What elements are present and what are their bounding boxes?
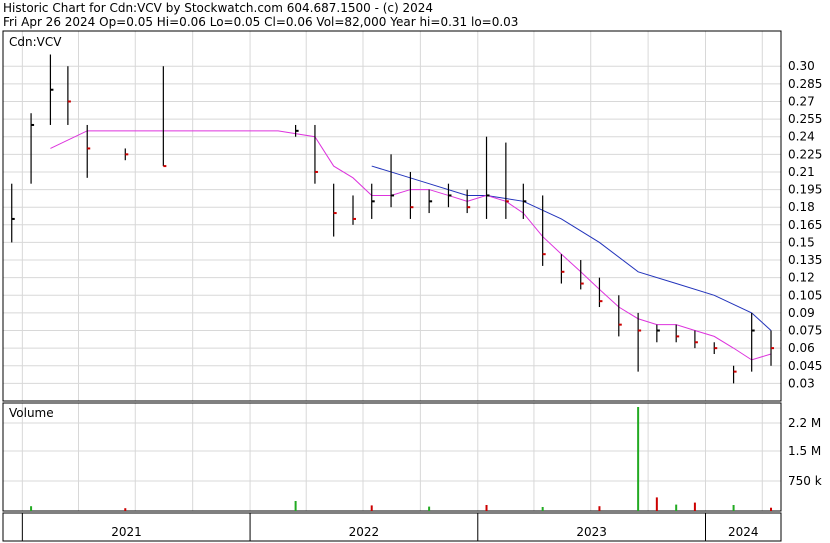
symbol-label: Cdn:VCV	[9, 35, 62, 49]
price-tick-label: 0.18	[788, 200, 815, 214]
price-tick-label: 0.165	[788, 218, 822, 232]
price-panel-outline	[2, 30, 782, 402]
price-tick-label: 0.135	[788, 253, 822, 267]
price-grid	[3, 31, 781, 401]
stock-chart: 0.30 0.285 0.27 0.255 0.24 0.225 0.21 0.195 0.18…	[2, 30, 822, 542]
year-tick-label: 2024	[728, 525, 759, 539]
volume-axis: 2.2 M 1.5 M 750 k	[788, 416, 822, 488]
year-tick-label: 2023	[576, 525, 607, 539]
volume-panel-frame	[2, 402, 782, 512]
year-tick-label: 2021	[111, 525, 142, 539]
volume-tick-label: 2.2 M	[788, 416, 821, 430]
price-tick-label: 0.285	[788, 77, 822, 91]
volume-grid	[3, 403, 781, 511]
price-tick-label: 0.045	[788, 359, 822, 373]
volume-tick-label: 1.5 M	[788, 444, 821, 458]
price-tick-label: 0.195	[788, 183, 822, 197]
price-tick-label: 0.105	[788, 288, 822, 302]
ma-short-polyline	[50, 130, 772, 361]
price-tick-label: 0.27	[788, 94, 815, 108]
ma-short-line	[50, 130, 772, 361]
price-tick-label: 0.30	[788, 59, 815, 73]
price-tick-label: 0.24	[788, 130, 815, 144]
date-axis: 2021 2022 2023 2024	[21, 513, 759, 541]
price-tick-label: 0.15	[788, 235, 815, 249]
price-tick-label: 0.06	[788, 341, 815, 355]
year-tick-label: 2022	[349, 525, 380, 539]
price-panel-frame	[2, 30, 782, 402]
price-tick-label: 0.21	[788, 165, 815, 179]
price-tick-label: 0.03	[788, 376, 815, 390]
price-tick-label: 0.09	[788, 306, 815, 320]
price-tick-label: 0.225	[788, 147, 822, 161]
volume-label: Volume	[9, 406, 54, 420]
price-tick-label: 0.075	[788, 324, 822, 338]
price-tick-label: 0.255	[788, 112, 822, 126]
volume-tick-label: 750 k	[788, 474, 822, 488]
price-axis: 0.30 0.285 0.27 0.255 0.24 0.225 0.21 0.195 0.18…	[788, 59, 822, 390]
price-tick-label: 0.12	[788, 271, 815, 285]
price-bars	[11, 54, 775, 384]
